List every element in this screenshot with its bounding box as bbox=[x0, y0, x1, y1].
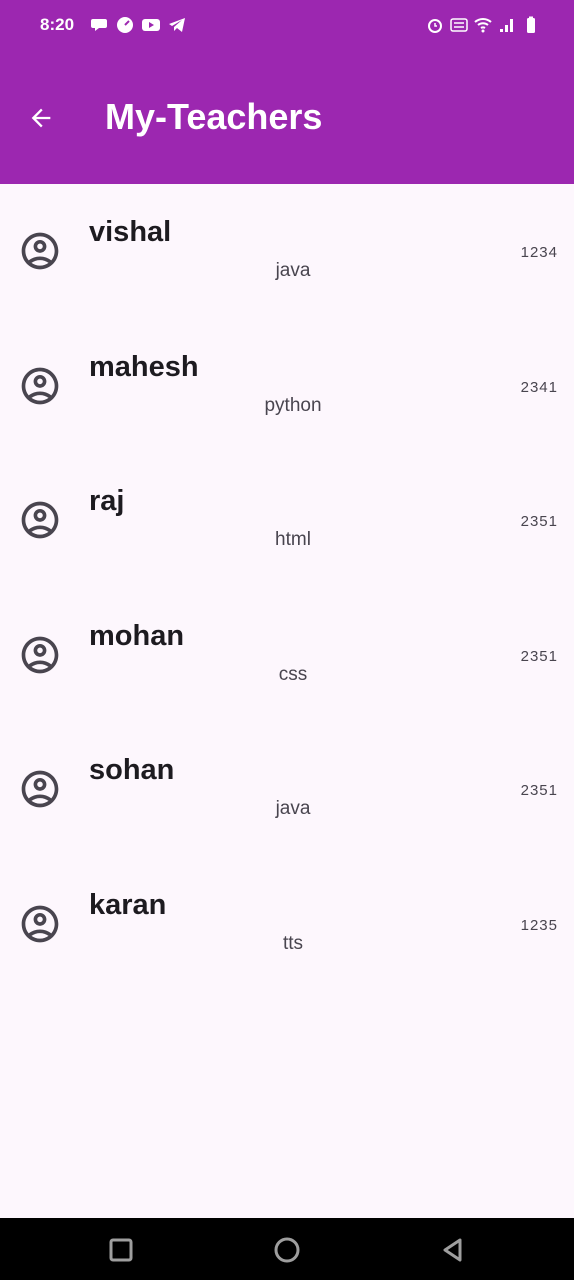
teacher-subject: java bbox=[275, 260, 311, 281]
volte-icon bbox=[450, 18, 468, 32]
teacher-name: mohan bbox=[89, 619, 185, 652]
teacher-name: karan bbox=[89, 888, 167, 921]
chat-icon bbox=[91, 19, 107, 31]
teacher-name: vishal bbox=[89, 216, 172, 248]
teacher-list-item[interactable]: mohan css 2351 bbox=[0, 588, 574, 723]
teacher-list-item[interactable]: vishal java 1234 bbox=[0, 184, 574, 319]
teacher-subject: css bbox=[278, 663, 308, 685]
status-time: 8:20 bbox=[40, 15, 75, 34]
teacher-subject: java bbox=[275, 798, 311, 820]
system-nav-bar bbox=[0, 1218, 574, 1280]
back-button[interactable] bbox=[22, 98, 60, 138]
teacher-code: 2351 bbox=[520, 647, 558, 665]
alarm-icon bbox=[428, 19, 442, 33]
recents-button[interactable] bbox=[107, 1236, 135, 1264]
status-bar: 8:20 bbox=[0, 0, 574, 52]
teacher-subject: python bbox=[264, 394, 322, 416]
teacher-name: sohan bbox=[89, 754, 175, 787]
teacher-code: 2351 bbox=[520, 782, 558, 800]
teacher-list-item[interactable]: karan tts 1235 bbox=[0, 857, 574, 992]
telegram-icon bbox=[169, 18, 185, 32]
teacher-code: 2351 bbox=[520, 513, 558, 531]
teacher-subject: html bbox=[275, 529, 311, 551]
teacher-code: 1234 bbox=[520, 244, 558, 261]
nav-back-button[interactable] bbox=[439, 1236, 467, 1264]
teacher-list-item[interactable]: raj html 2351 bbox=[0, 453, 574, 588]
home-button[interactable] bbox=[273, 1236, 301, 1264]
signal-icon bbox=[500, 19, 513, 32]
wifi-icon bbox=[474, 18, 492, 33]
teacher-name: raj bbox=[89, 485, 125, 518]
battery-icon bbox=[527, 16, 535, 33]
youtube-icon bbox=[142, 19, 160, 31]
teacher-subject: tts bbox=[282, 932, 304, 954]
app-bar: 8:20 My-Teachers bbox=[0, 0, 574, 184]
teacher-list: vishal java 1234 mahesh python 2341 raj html 235… bbox=[0, 184, 574, 992]
speedometer-icon bbox=[117, 17, 133, 33]
teacher-code: 1235 bbox=[520, 916, 558, 934]
teacher-code: 2341 bbox=[520, 378, 558, 396]
page-title: My-Teachers bbox=[105, 96, 323, 137]
teacher-list-item[interactable]: mahesh python 2341 bbox=[0, 319, 574, 454]
teacher-name: mahesh bbox=[89, 350, 199, 383]
teacher-list-item[interactable]: sohan java 2351 bbox=[0, 722, 574, 857]
arrow-back-icon bbox=[31, 108, 51, 128]
